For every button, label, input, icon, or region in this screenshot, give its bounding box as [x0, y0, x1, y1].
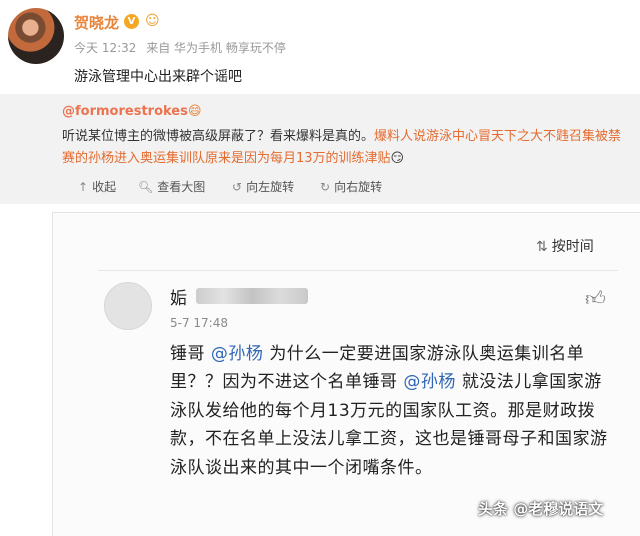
- avatar[interactable]: [8, 8, 64, 64]
- rotate-right-icon: ↻: [320, 180, 331, 194]
- comment-text: 锤哥 @孙杨 为什么一定要进国家游泳队奥运集训名单里？？因为不进这个名单锤哥 @…: [170, 340, 610, 482]
- rotate-right-label: 向右旋转: [334, 180, 383, 194]
- post-time[interactable]: 今天 12:32: [74, 41, 136, 55]
- view-large-button[interactable]: 🔍︎ 查看大图: [138, 178, 205, 195]
- post-source: 来自 华为手机 畅享玩不停: [146, 41, 286, 55]
- repost-text: 听说某位博主的微博被高级屏蔽了？看来爆料是真的。爆料人说游泳中心冒天下之大不韪召…: [62, 126, 632, 170]
- collapse-icon: ↑: [78, 180, 89, 194]
- collapse-button[interactable]: ↑ 收起: [78, 178, 116, 195]
- post-author[interactable]: 贺晓龙: [74, 12, 119, 33]
- like-icon[interactable]: 👍︎: [585, 286, 606, 311]
- rotate-left-button[interactable]: ↺ 向左旋转: [232, 178, 294, 195]
- view-large-label: 查看大图: [157, 180, 206, 194]
- sort-label: 按时间: [551, 239, 594, 255]
- verified-icon: V: [124, 14, 139, 29]
- comment-text-part: 锤哥: [170, 344, 205, 364]
- post-text: 游泳管理中心出来辟个谣吧: [74, 69, 242, 85]
- sort-by-time[interactable]: ⇅ 按时间: [536, 236, 594, 256]
- repost-author[interactable]: @formorestrokes: [62, 104, 188, 119]
- mention-link[interactable]: @孙杨: [403, 372, 456, 392]
- rotate-right-button[interactable]: ↻ 向右旋转: [320, 178, 382, 195]
- comment-time: 5-7 17:48: [170, 316, 228, 330]
- repost-text-a: 听说某位博主的微博被高级屏蔽了？看来爆料是真的。: [62, 129, 375, 144]
- emoji-badge-icon: 😄: [188, 104, 202, 119]
- rotate-left-label: 向左旋转: [246, 180, 295, 194]
- rotate-left-icon: ↺: [232, 180, 243, 194]
- collapse-label: 收起: [92, 180, 117, 194]
- comment-author-initial[interactable]: 姤: [170, 284, 187, 309]
- comment-avatar[interactable]: [104, 282, 152, 330]
- sort-icon: ⇅: [536, 239, 548, 255]
- zoom-icon: 🔍︎: [138, 180, 154, 194]
- emoji-icon: 😏: [390, 151, 405, 166]
- blurred-username: [196, 288, 308, 304]
- emoji-icon: ☺: [145, 13, 160, 29]
- watermark: 头条 @老穆说语文: [478, 500, 604, 518]
- divider: [98, 270, 618, 271]
- mention-link[interactable]: @孙杨: [211, 344, 264, 364]
- post-meta: 今天 12:32 来自 华为手机 畅享玩不停: [74, 39, 292, 56]
